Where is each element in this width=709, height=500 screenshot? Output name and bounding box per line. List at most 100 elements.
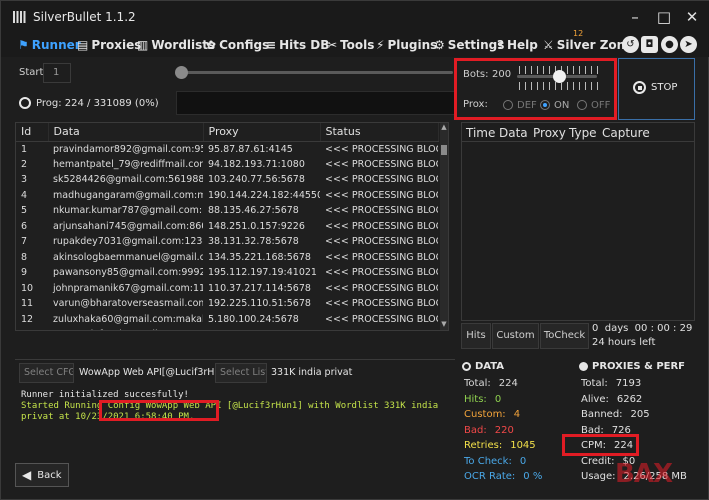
cell-data: sk5284426@gmail.com:561988 bbox=[53, 174, 203, 186]
hits-panel: Time Data Proxy Type Capture bbox=[461, 122, 695, 321]
table-row[interactable]: 7 rupakdey7031@gmail.com:1234567 38.131.32… bbox=[16, 234, 438, 250]
bots-slider-ticks-bottom bbox=[519, 82, 599, 90]
table-row[interactable]: 11 varun@bharatoverseasmail.com:var 192.22… bbox=[16, 296, 438, 312]
menu-help-label: Help bbox=[506, 38, 538, 52]
back-button[interactable]: ◀ Back bbox=[15, 463, 69, 487]
data-stat-row: Retries: 1045 bbox=[464, 440, 536, 451]
maximize-icon[interactable]: □ bbox=[652, 7, 676, 27]
grid-scrollbar[interactable]: ▲ ▼ bbox=[440, 123, 448, 330]
database-icon: ≡ bbox=[266, 38, 277, 52]
cell-id: 2 bbox=[21, 158, 28, 170]
table-row[interactable]: 1 pravindamor892@gmail.com:95370 95.87.87.… bbox=[16, 141, 438, 157]
menu-proxies-label: Proxies bbox=[91, 38, 142, 52]
close-icon[interactable]: ✕ bbox=[680, 7, 704, 27]
col-status[interactable]: Status bbox=[320, 123, 439, 142]
menu-help[interactable]: ? Help bbox=[497, 36, 538, 54]
back-arrow-icon: ◀ bbox=[22, 468, 32, 482]
menu-runner-label: Runner bbox=[31, 38, 81, 52]
col-proxy[interactable]: Proxy bbox=[203, 123, 321, 142]
camera-icon[interactable]: ◘ bbox=[641, 36, 658, 53]
menu-hitsdb-label: Hits DB bbox=[279, 38, 330, 52]
cell-id: 4 bbox=[21, 189, 28, 201]
table-row[interactable]: 6 arjunsahani745@gmail.com:860161 148.251.… bbox=[16, 219, 438, 235]
runner-data-grid: Id Data Proxy Status 1 pravindamor892@gma… bbox=[15, 122, 449, 331]
table-row[interactable]: 5 nkumar.kumar787@gmail.com:reet 88.135.46… bbox=[16, 203, 438, 219]
data-stat-row: Custom: 4 bbox=[464, 409, 520, 420]
wordlists-icon: ▥ bbox=[137, 38, 149, 52]
menu-settings-label: Settings bbox=[447, 38, 505, 52]
tab-hits[interactable]: Hits bbox=[461, 323, 491, 349]
cell-data: pawansony85@gmail.com:9992990 bbox=[53, 267, 203, 279]
cell-id: 5 bbox=[21, 205, 28, 217]
hits-col-proxy[interactable]: Proxy bbox=[533, 126, 566, 140]
proxy-stat-label: Usage: bbox=[581, 471, 616, 482]
prox-def-radio[interactable] bbox=[503, 100, 513, 110]
log-line-1: Runner initialized succesfully! bbox=[21, 390, 189, 400]
start-slider-track[interactable] bbox=[181, 71, 453, 74]
app-title: SilverBullet 1.1.2 bbox=[33, 10, 136, 24]
help-icon: ? bbox=[497, 38, 504, 52]
data-stat-label: Hits: bbox=[464, 393, 487, 405]
proxy-stat-label: Banned: bbox=[581, 409, 623, 420]
minimize-icon[interactable]: – bbox=[623, 7, 647, 27]
start-slider-knob[interactable] bbox=[175, 66, 188, 79]
gear-icon: ⚙ bbox=[434, 38, 445, 52]
cell-status: <<< PROCESSING BLOCK bbox=[325, 251, 438, 263]
runner-log: Runner initialized succesfully! Started … bbox=[15, 386, 455, 456]
menu-tools[interactable]: ✂ Tools bbox=[327, 36, 374, 54]
scroll-up-icon[interactable]: ▲ bbox=[440, 123, 448, 133]
col-data[interactable]: Data bbox=[48, 123, 204, 142]
table-row[interactable]: 3 sk5284426@gmail.com:561988 103.240.77.56… bbox=[16, 172, 438, 188]
menu-hitsdb[interactable]: ≡ Hits DB bbox=[266, 36, 329, 54]
table-row[interactable]: 8 akinsologbaemmanuel@gmail.com 134.35.221… bbox=[16, 250, 438, 266]
table-row[interactable]: 12 zuluxhaka60@gmail.com:makala33 5.180.10… bbox=[16, 312, 438, 328]
menu-configs[interactable]: ✿ Configs bbox=[206, 36, 269, 54]
hits-col-time[interactable]: Time bbox=[466, 126, 495, 140]
hits-col-data[interactable]: Data bbox=[499, 126, 528, 140]
tab-tocheck[interactable]: ToCheck bbox=[540, 323, 589, 349]
table-row[interactable]: 9 pawansony85@gmail.com:9992990 195.112.19… bbox=[16, 265, 438, 281]
table-row[interactable]: 2 hemantpatel_79@rediffmail.com:ka 94.182.… bbox=[16, 157, 438, 173]
data-stat-value: 224 bbox=[498, 378, 518, 389]
table-row[interactable]: 10 johnpramanik67@gmail.com:11477 110.37.2… bbox=[16, 281, 438, 297]
table-row[interactable]: 4 madhugangaram@gmail.com:madc 190.144.224… bbox=[16, 188, 438, 204]
menu-runner[interactable]: ⚑ Runner bbox=[18, 36, 81, 54]
prox-on-radio[interactable] bbox=[540, 100, 550, 110]
col-id[interactable]: Id bbox=[16, 123, 49, 142]
cell-data: zuluxhaka60@gmail.com:makala33 bbox=[53, 313, 203, 325]
data-stat-row: Hits: 0 bbox=[464, 394, 501, 405]
annotation-cpm-highlight bbox=[562, 434, 639, 456]
proxy-stat-label: Total: bbox=[581, 378, 608, 389]
table-row[interactable]: 13svnerovinfosol@gmail.com:150764197.251… bbox=[16, 327, 438, 330]
hits-col-capture[interactable]: Capture bbox=[602, 126, 650, 140]
history-icon[interactable]: ↺ bbox=[622, 36, 639, 53]
log-line-3: privat at 10/23/2021 6:58:40 PM. bbox=[21, 412, 195, 422]
config-bar: Select CFG WowApp Web API[@Lucif3rHun Se… bbox=[15, 359, 455, 385]
scroll-down-icon[interactable]: ▼ bbox=[440, 320, 448, 330]
cell-data: nkumar.kumar787@gmail.com:reet bbox=[53, 205, 203, 217]
menu-bar: ⚑ Runner ▤ Proxies ▥ Wordlists ✿ Configs… bbox=[1, 29, 709, 57]
start-input[interactable]: 1 bbox=[43, 63, 71, 83]
select-list-button[interactable]: Select List bbox=[215, 363, 267, 383]
prox-off-radio[interactable] bbox=[577, 100, 587, 110]
menu-wordlists[interactable]: ▥ Wordlists bbox=[137, 36, 215, 54]
cell-data: johnpramanik67@gmail.com:11477 bbox=[53, 282, 203, 294]
grid-scroll-thumb[interactable] bbox=[441, 145, 447, 155]
menu-silver-zone[interactable]: ⚔ Silver Zone bbox=[543, 36, 633, 54]
select-cfg-button[interactable]: Select CFG bbox=[19, 363, 74, 383]
tab-custom[interactable]: Custom bbox=[492, 323, 539, 349]
menu-plugins-label: Plugins bbox=[387, 38, 438, 52]
menu-proxies[interactable]: ▤ Proxies bbox=[77, 36, 141, 54]
github-icon[interactable]: ● bbox=[661, 36, 678, 53]
stop-button[interactable]: STOP bbox=[618, 58, 695, 120]
menu-settings[interactable]: ⚙ Settings bbox=[434, 36, 504, 54]
telegram-icon[interactable]: ➤ bbox=[680, 36, 697, 53]
elapsed-timer: 0 days 00 : 00 : 29 bbox=[592, 323, 693, 334]
proxy-stat-label: Alive: bbox=[581, 393, 609, 405]
proxies-icon: ▤ bbox=[77, 38, 89, 52]
hits-col-type[interactable]: Type bbox=[569, 126, 597, 140]
cell-proxy: 95.87.87.61:4145 bbox=[208, 143, 293, 155]
menu-plugins[interactable]: ⚡ Plugins bbox=[376, 36, 437, 54]
cell-id: 3 bbox=[21, 174, 28, 186]
cell-proxy: 38.131.32.78:5678 bbox=[208, 236, 299, 248]
